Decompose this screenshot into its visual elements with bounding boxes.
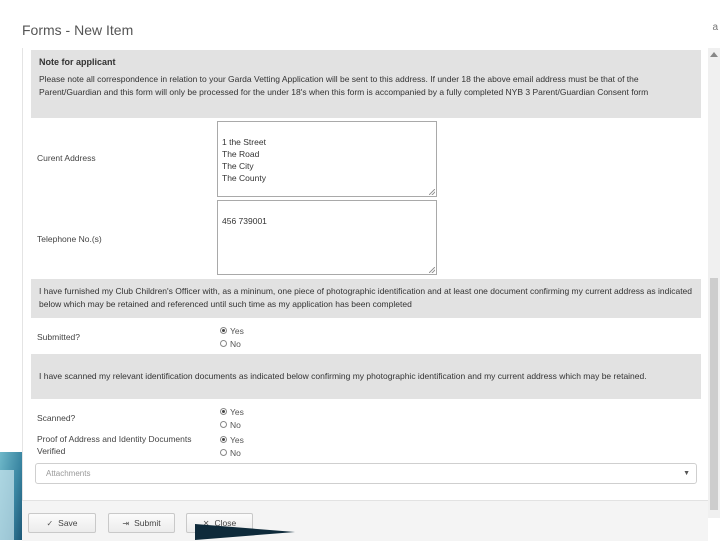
proof-label-line1: Proof of Address and Identity Documents (37, 434, 192, 444)
corner-glyph: a (712, 22, 718, 33)
scanned-band: I have scanned my relevant identificatio… (31, 354, 701, 399)
window-title: Forms - New Item (22, 22, 134, 38)
form-panel: Note for applicant Please note all corre… (22, 48, 710, 500)
scanned-label: Scanned? (37, 413, 76, 423)
proof-label: Proof of Address and Identity Documents … (37, 433, 192, 457)
radio-empty-icon[interactable] (220, 449, 227, 456)
address-value: 1 the Street The Road The City The Count… (222, 137, 266, 183)
option-label: No (230, 338, 241, 349)
note-text: Please note all correspondence in relati… (39, 74, 649, 97)
address-label: Curent Address (37, 153, 96, 163)
phone-textarea[interactable]: 456 739001 (217, 200, 437, 275)
option-label: No (230, 447, 241, 458)
attachments-dropdown[interactable]: Attachments ▼ (35, 463, 697, 484)
radio-empty-icon[interactable] (220, 340, 227, 347)
proof-label-line2: Verified (37, 446, 66, 456)
scroll-up-icon[interactable] (710, 52, 718, 57)
save-label: Save (58, 518, 78, 528)
scanned-row: Scanned? Yes No (31, 399, 701, 430)
slide-arrow-decoration (195, 524, 295, 540)
resize-handle-icon[interactable] (429, 189, 435, 195)
option-label: Yes (230, 406, 244, 417)
submitted-row: Submitted? Yes No (31, 318, 701, 354)
submit-label: Submit (134, 518, 161, 528)
submitted-option-yes[interactable]: Yes (220, 324, 244, 337)
submitted-label: Submitted? (37, 332, 80, 342)
note-title: Note for applicant (39, 57, 116, 67)
radio-selected-icon[interactable] (220, 408, 227, 415)
phone-value: 456 739001 (222, 216, 267, 226)
save-button[interactable]: ✓ Save (28, 513, 96, 533)
chevron-down-icon[interactable]: ▼ (683, 464, 690, 483)
proof-option-no[interactable]: No (220, 446, 244, 459)
form-footer: ✓ Save ⇥ Submit ✕ Close (22, 500, 708, 541)
submitted-radio-group: Yes No (220, 324, 244, 350)
submit-arrow-icon: ⇥ (122, 518, 130, 528)
scanned-option-yes[interactable]: Yes (220, 405, 244, 418)
option-label: Yes (230, 325, 244, 336)
address-textarea[interactable]: 1 the Street The Road The City The Count… (217, 121, 437, 197)
submitted-option-no[interactable]: No (220, 337, 244, 350)
furnished-text: I have furnished my Club Children's Offi… (39, 286, 693, 309)
proof-row: Proof of Address and Identity Documents … (31, 427, 701, 461)
scrollbar-thumb[interactable] (710, 278, 718, 510)
furnished-band: I have furnished my Club Children's Offi… (31, 279, 701, 318)
address-row: Curent Address 1 the Street The Road The… (31, 118, 701, 198)
scanned-text: I have scanned my relevant identificatio… (39, 371, 647, 381)
proof-radio-group: Yes No (220, 433, 244, 459)
attachments-placeholder: Attachments (46, 469, 91, 478)
resize-handle-icon[interactable] (429, 267, 435, 273)
option-label: Yes (230, 434, 244, 445)
form-scroll-area[interactable]: Note for applicant Please note all corre… (31, 48, 701, 500)
radio-selected-icon[interactable] (220, 327, 227, 334)
phone-label: Telephone No.(s) (37, 234, 102, 244)
proof-option-yes[interactable]: Yes (220, 433, 244, 446)
phone-row: Telephone No.(s) 456 739001 (31, 198, 701, 276)
slide-decoration-highlight (0, 470, 14, 540)
submit-button[interactable]: ⇥ Submit (108, 513, 175, 533)
applicant-note: Note for applicant Please note all corre… (31, 50, 701, 118)
attachments-row: Attachments ▼ (31, 461, 701, 491)
radio-selected-icon[interactable] (220, 436, 227, 443)
checkmark-icon: ✓ (46, 518, 54, 528)
